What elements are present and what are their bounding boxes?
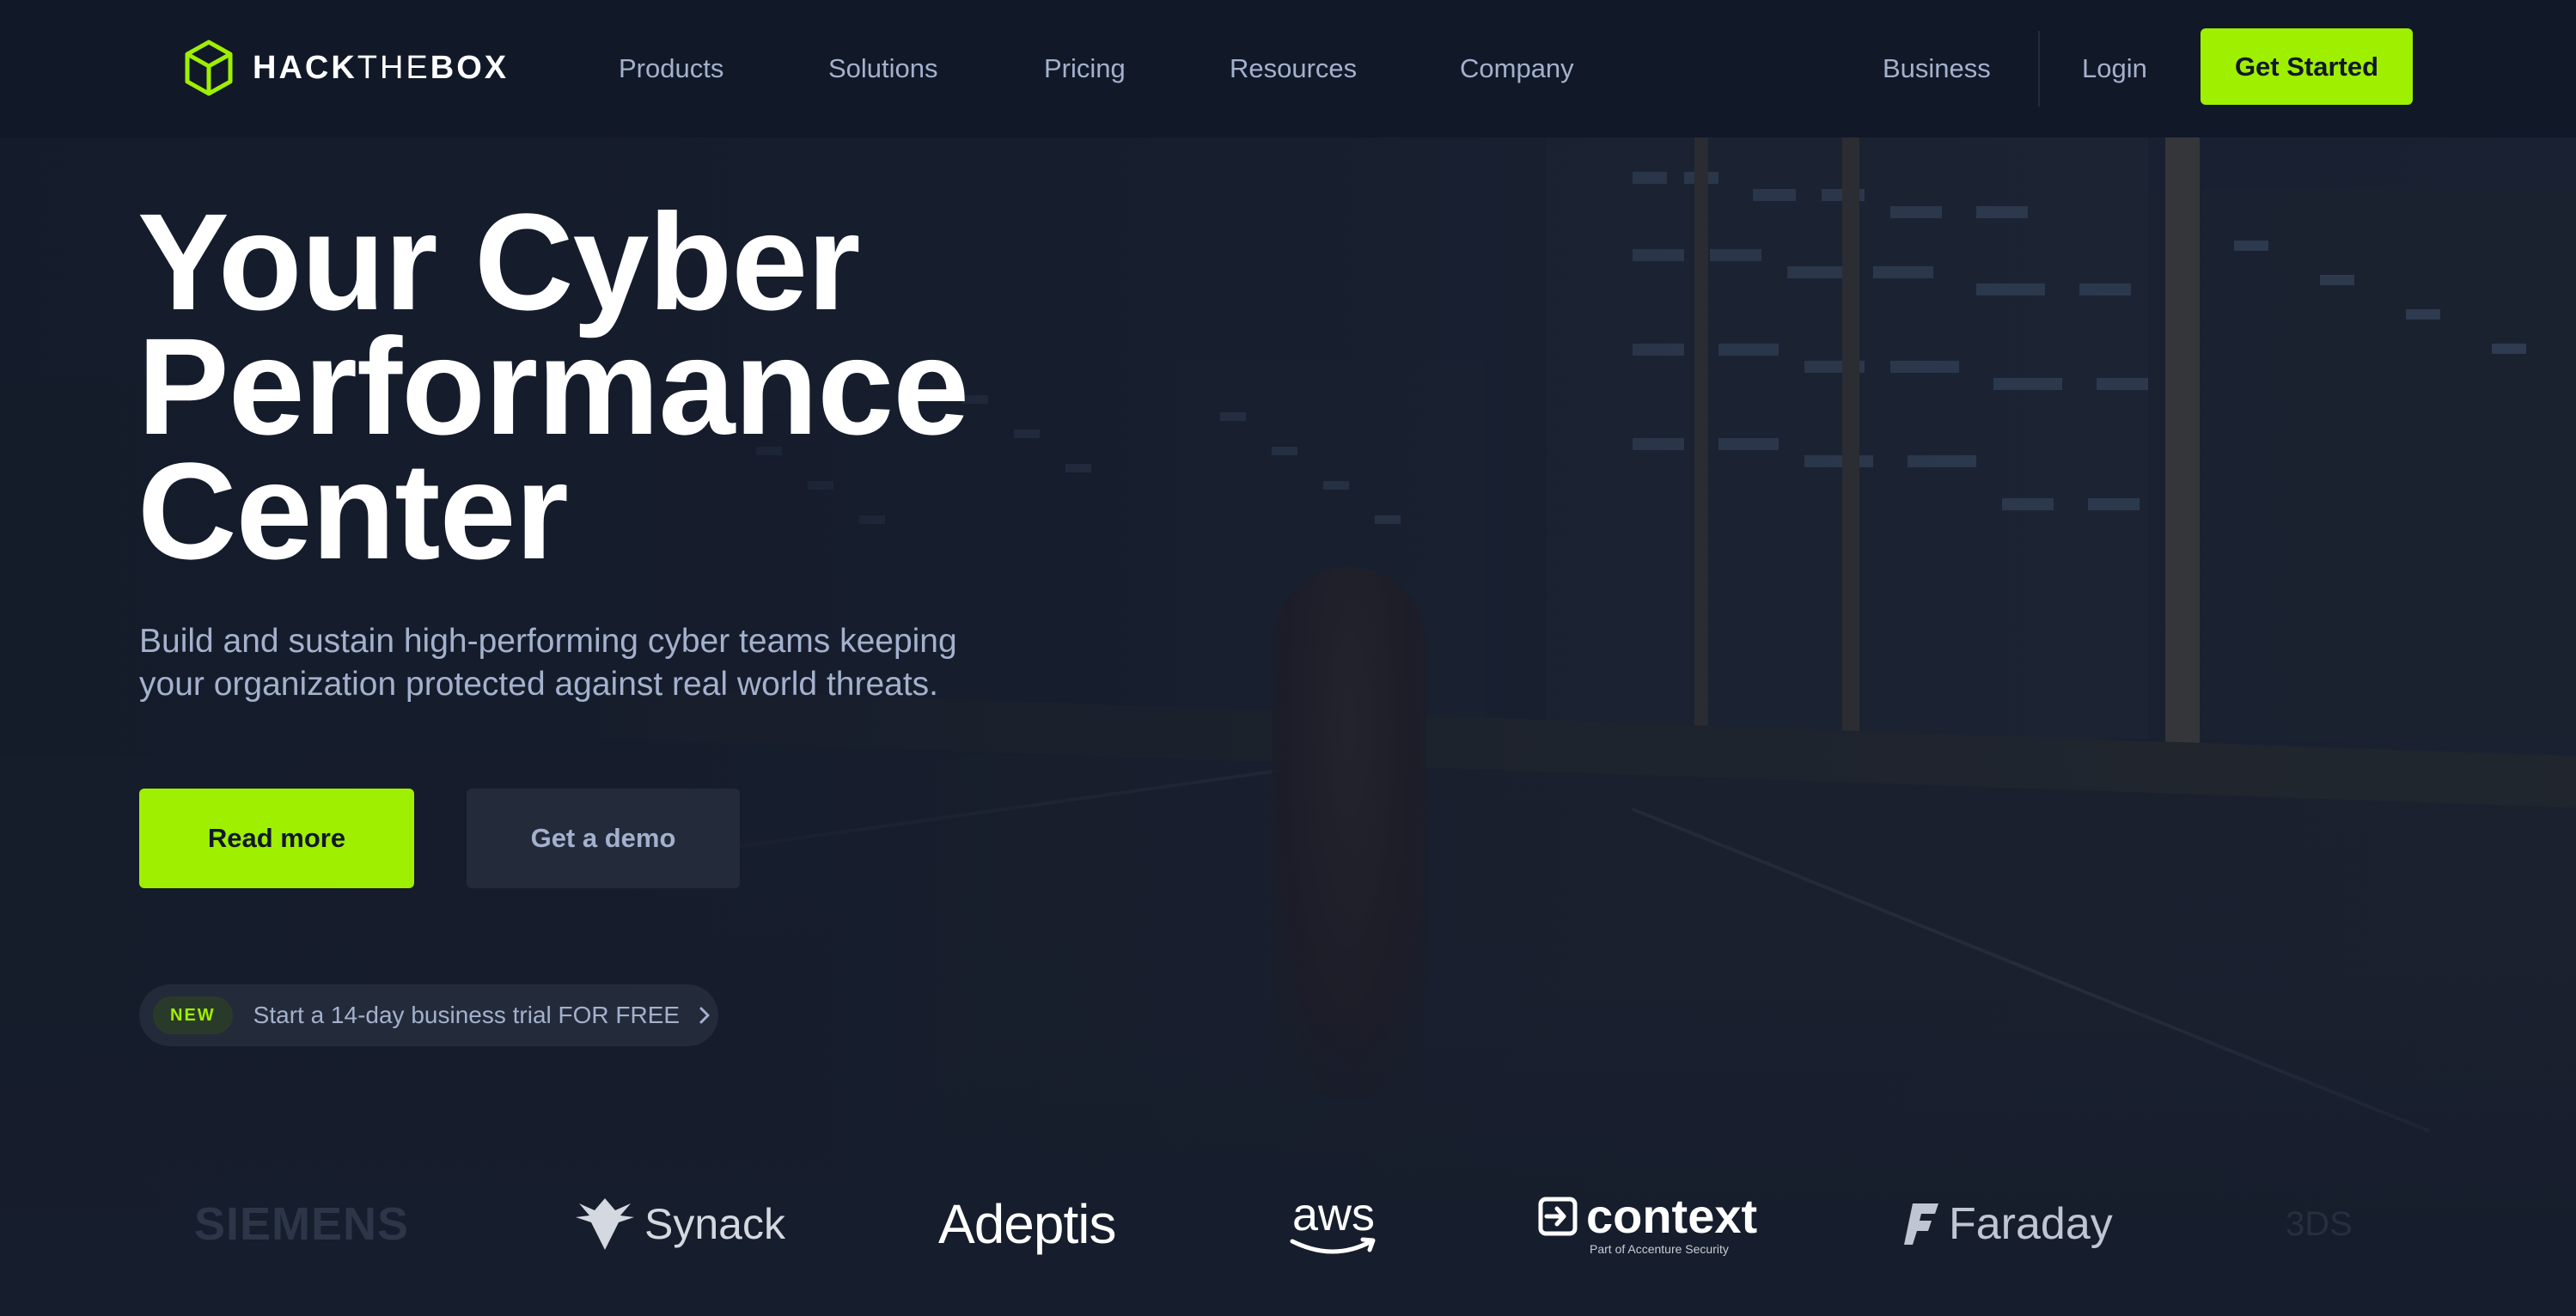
context-logo: context Part of Accenture Security [1538,1177,1757,1271]
nav-business[interactable]: Business [1883,46,1991,91]
faraday-logo: Faraday [1904,1177,2113,1271]
get-demo-button[interactable]: Get a demo [467,789,740,888]
new-badge: NEW [153,996,233,1034]
hero-title-line: Performance [137,309,969,463]
synack-wings-icon [576,1198,634,1250]
read-more-button[interactable]: Read more [139,789,414,888]
nav-pricing[interactable]: Pricing [1044,46,1126,91]
trial-text: Start a 14-day business trial FOR FREE [253,1002,681,1028]
partner-logos-strip: SIEMENS Synack Adeptis aws context Part … [0,1177,2576,1271]
aws-smile-icon [1290,1237,1376,1254]
context-login-icon [1538,1197,1578,1236]
siemens-logo: SIEMENS [194,1198,410,1250]
hero-subtitle-line: your organization protected against real… [139,666,939,703]
top-navbar: HACKTHEBOX Products Solutions Pricing Re… [0,0,2576,137]
dassault-logo: 3DS [2286,1204,2353,1243]
hero-title: Your Cyber Performance Center [137,185,969,588]
nav-divider [2038,31,2040,107]
hackthebox-logo[interactable]: HACKTHEBOX [184,38,509,98]
hero-title-line: Your Cyber [137,185,861,338]
faraday-f-icon [1904,1203,1938,1245]
hero-subtitle-line: Build and sustain high-performing cyber … [139,623,957,660]
aws-logo: aws [1289,1177,1378,1271]
hero-title-line: Center [137,434,569,588]
business-trial-link[interactable]: NEW Start a 14-day business trial FOR FR… [139,984,718,1046]
nav-products[interactable]: Products [619,46,723,91]
adeptis-logo: Adeptis [938,1193,1116,1255]
hero-subtitle: Build and sustain high-performing cyber … [139,620,1102,706]
chevron-right-icon [699,1007,710,1024]
hackthebox-cube-icon [185,40,233,96]
nav-solutions[interactable]: Solutions [828,46,938,91]
synack-logo: Synack [574,1177,785,1271]
nav-resources[interactable]: Resources [1230,46,1357,91]
logo-wordmark: HACKTHEBOX [253,49,510,86]
nav-company[interactable]: Company [1460,46,1574,91]
page: HACKTHEBOX Products Solutions Pricing Re… [0,0,2576,1316]
login-link[interactable]: Login [2082,46,2147,91]
get-started-button[interactable]: Get Started [2201,28,2413,105]
